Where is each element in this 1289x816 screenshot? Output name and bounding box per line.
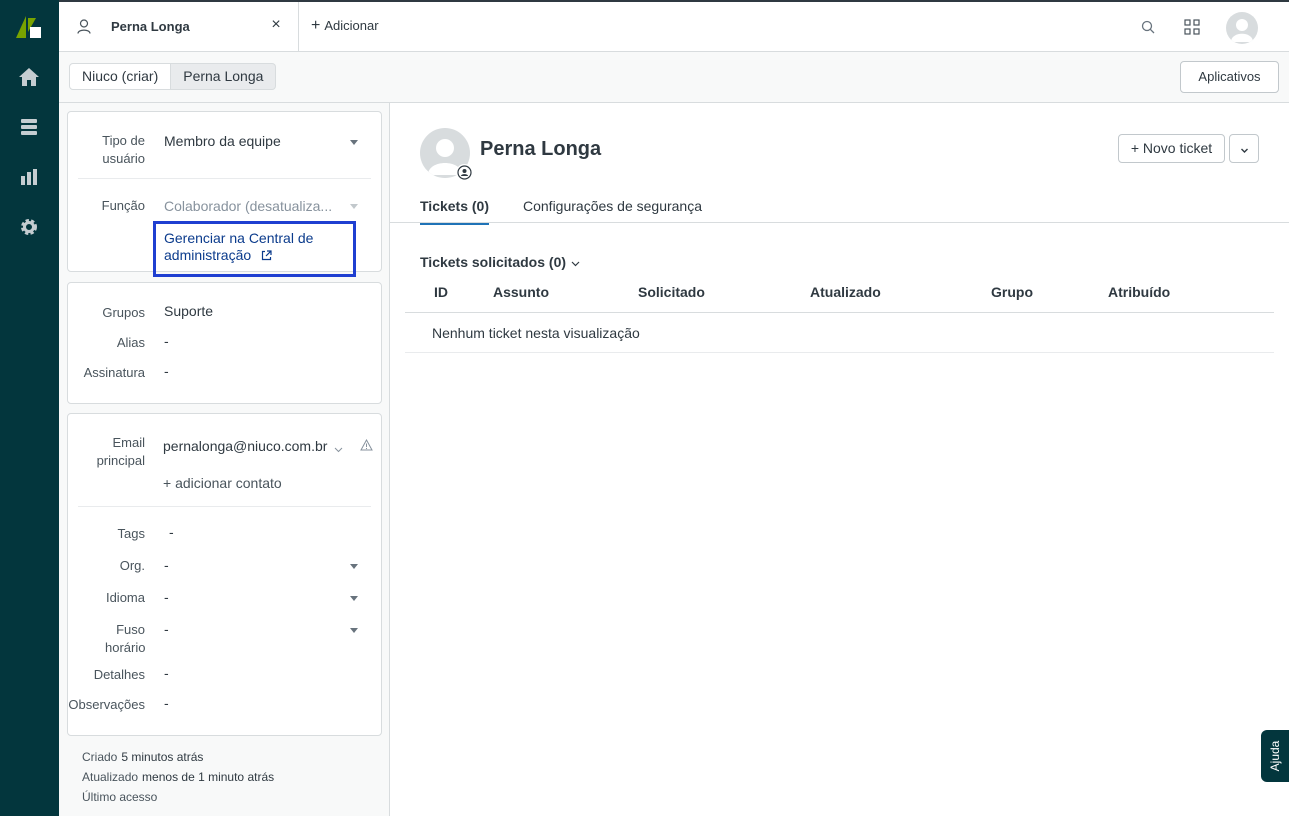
agent-badge-icon — [456, 164, 473, 181]
external-link-icon — [261, 248, 272, 265]
groups-value[interactable]: Suporte — [164, 303, 213, 319]
signature-field[interactable]: - — [164, 363, 169, 379]
column-header-id[interactable]: ID — [434, 284, 448, 300]
breadcrumb: Niuco (criar) Perna Longa — [69, 63, 277, 90]
nav-rail — [0, 0, 59, 816]
created-value: 5 minutos atrás — [121, 750, 204, 764]
column-header-group[interactable]: Grupo — [991, 284, 1033, 300]
new-ticket-menu-button[interactable] — [1229, 134, 1259, 163]
user-role-card: Tipo de usuário Membro da equipe Função … — [67, 111, 382, 277]
warning-icon — [360, 438, 373, 454]
close-icon[interactable]: × — [269, 16, 283, 34]
search-icon[interactable] — [1141, 20, 1155, 37]
chevron-down-icon — [350, 204, 358, 209]
alias-field[interactable]: - — [164, 333, 169, 349]
email-value[interactable]: pernalonga@niuco.com.br — [163, 438, 333, 454]
breadcrumb-bar: Niuco (criar) Perna Longa Aplicativos — [59, 52, 1289, 103]
details-label: Detalhes — [93, 667, 145, 682]
user-tabs: Tickets (0) Configurações de segurança — [420, 198, 702, 225]
updated-meta: Atualizado menos de 1 minuto atrás — [82, 770, 274, 784]
manage-admin-center-link[interactable]: Gerenciar na Central de administração — [164, 230, 344, 265]
help-button[interactable]: Ajuda — [1261, 730, 1289, 782]
chevron-down-icon[interactable] — [334, 440, 343, 456]
column-header-updated[interactable]: Atualizado — [810, 284, 881, 300]
tickets-table-header: ID Assunto Solicitado Atualizado Grupo A… — [405, 283, 1274, 313]
tags-field[interactable]: - — [169, 524, 174, 540]
divider — [390, 222, 1289, 223]
new-ticket-button[interactable]: + Novo ticket — [1118, 134, 1225, 163]
timezone-label: Fuso horário — [105, 622, 146, 655]
language-label: Idioma — [105, 590, 145, 605]
breadcrumb-user[interactable]: Perna Longa — [171, 63, 277, 90]
section-title: Tickets solicitados (0) — [420, 254, 567, 270]
created-label: Criado — [82, 750, 118, 764]
chevron-down-icon — [571, 254, 580, 270]
tab-perna-longa[interactable]: Perna Longa × — [59, 2, 299, 52]
top-bar: Perna Longa × + Adicionar — [59, 0, 1289, 52]
plus-icon: + — [311, 16, 321, 34]
language-select[interactable]: - — [164, 589, 169, 605]
details-field[interactable]: - — [164, 665, 169, 681]
notes-label: Observações — [68, 697, 145, 712]
manage-link-highlight: Gerenciar na Central de administração — [153, 221, 356, 277]
column-header-subject[interactable]: Assunto — [493, 284, 549, 300]
column-header-assignee[interactable]: Atribuído — [1108, 284, 1170, 300]
created-meta: Criado 5 minutos atrás — [82, 750, 203, 764]
chevron-down-icon[interactable] — [350, 628, 358, 633]
user-main-pane: Perna Longa + Novo ticket Tickets (0) Co… — [390, 103, 1289, 816]
chevron-down-icon[interactable] — [350, 140, 358, 145]
add-tab-button[interactable]: + Adicionar — [311, 16, 379, 34]
chevron-down-icon[interactable] — [350, 596, 358, 601]
zendesk-logo-icon[interactable] — [16, 16, 42, 38]
email-label: Email principal — [96, 435, 145, 468]
divider — [78, 506, 371, 507]
apps-button[interactable]: Aplicativos — [1180, 61, 1279, 93]
alias-label: Alias — [116, 335, 145, 350]
add-tab-label: Adicionar — [324, 18, 379, 33]
table-row: Nenhum ticket nesta visualização — [405, 313, 1274, 353]
updated-value: menos de 1 minuto atrás — [142, 770, 275, 784]
timezone-select[interactable]: - — [164, 621, 169, 637]
divider — [78, 178, 371, 179]
tags-label: Tags — [117, 526, 145, 541]
admin-gear-icon[interactable] — [17, 215, 41, 239]
views-icon[interactable] — [17, 115, 41, 139]
user-contact-card: Email principal pernalonga@niuco.com.br … — [67, 413, 382, 736]
org-select[interactable]: - — [164, 557, 169, 573]
org-label: Org. — [119, 558, 145, 573]
user-type-label: Tipo de usuário — [102, 133, 145, 166]
chevron-down-icon[interactable] — [350, 564, 358, 569]
tab-security-settings[interactable]: Configurações de segurança — [523, 198, 702, 225]
groups-label: Grupos — [102, 305, 145, 320]
apps-grid-icon[interactable] — [1184, 19, 1200, 38]
manage-link-text: Gerenciar na Central de administração — [164, 230, 314, 263]
page-title: Perna Longa — [480, 138, 602, 160]
notes-field[interactable]: - — [164, 695, 169, 711]
tab-label: Perna Longa — [111, 19, 190, 34]
last-access-label: Último acesso — [82, 790, 158, 804]
chevron-down-icon — [1240, 141, 1249, 157]
user-icon — [77, 19, 91, 37]
role-label: Função — [101, 198, 145, 213]
breadcrumb-organization[interactable]: Niuco (criar) — [69, 63, 172, 90]
requested-tickets-toggle[interactable]: Tickets solicitados (0) — [420, 254, 580, 270]
role-select[interactable]: Colaborador (desatualiza... — [164, 198, 346, 214]
column-header-requested[interactable]: Solicitado — [638, 284, 705, 300]
avatar[interactable] — [1226, 12, 1258, 44]
reporting-icon[interactable] — [17, 165, 41, 189]
home-icon[interactable] — [17, 65, 41, 89]
signature-label: Assinatura — [83, 365, 145, 380]
updated-label: Atualizado — [82, 770, 139, 784]
add-contact-link[interactable]: + adicionar contato — [163, 475, 282, 491]
user-groups-card: Grupos Suporte Alias - Assinatura - — [67, 282, 382, 404]
user-properties-panel: Tipo de usuário Membro da equipe Função … — [59, 103, 390, 816]
tab-tickets[interactable]: Tickets (0) — [420, 198, 489, 225]
help-label: Ajuda — [1268, 740, 1282, 772]
user-type-select[interactable]: Membro da equipe — [164, 133, 281, 149]
empty-state-text: Nenhum ticket nesta visualização — [432, 325, 640, 341]
last-access-meta: Último acesso — [82, 790, 157, 804]
